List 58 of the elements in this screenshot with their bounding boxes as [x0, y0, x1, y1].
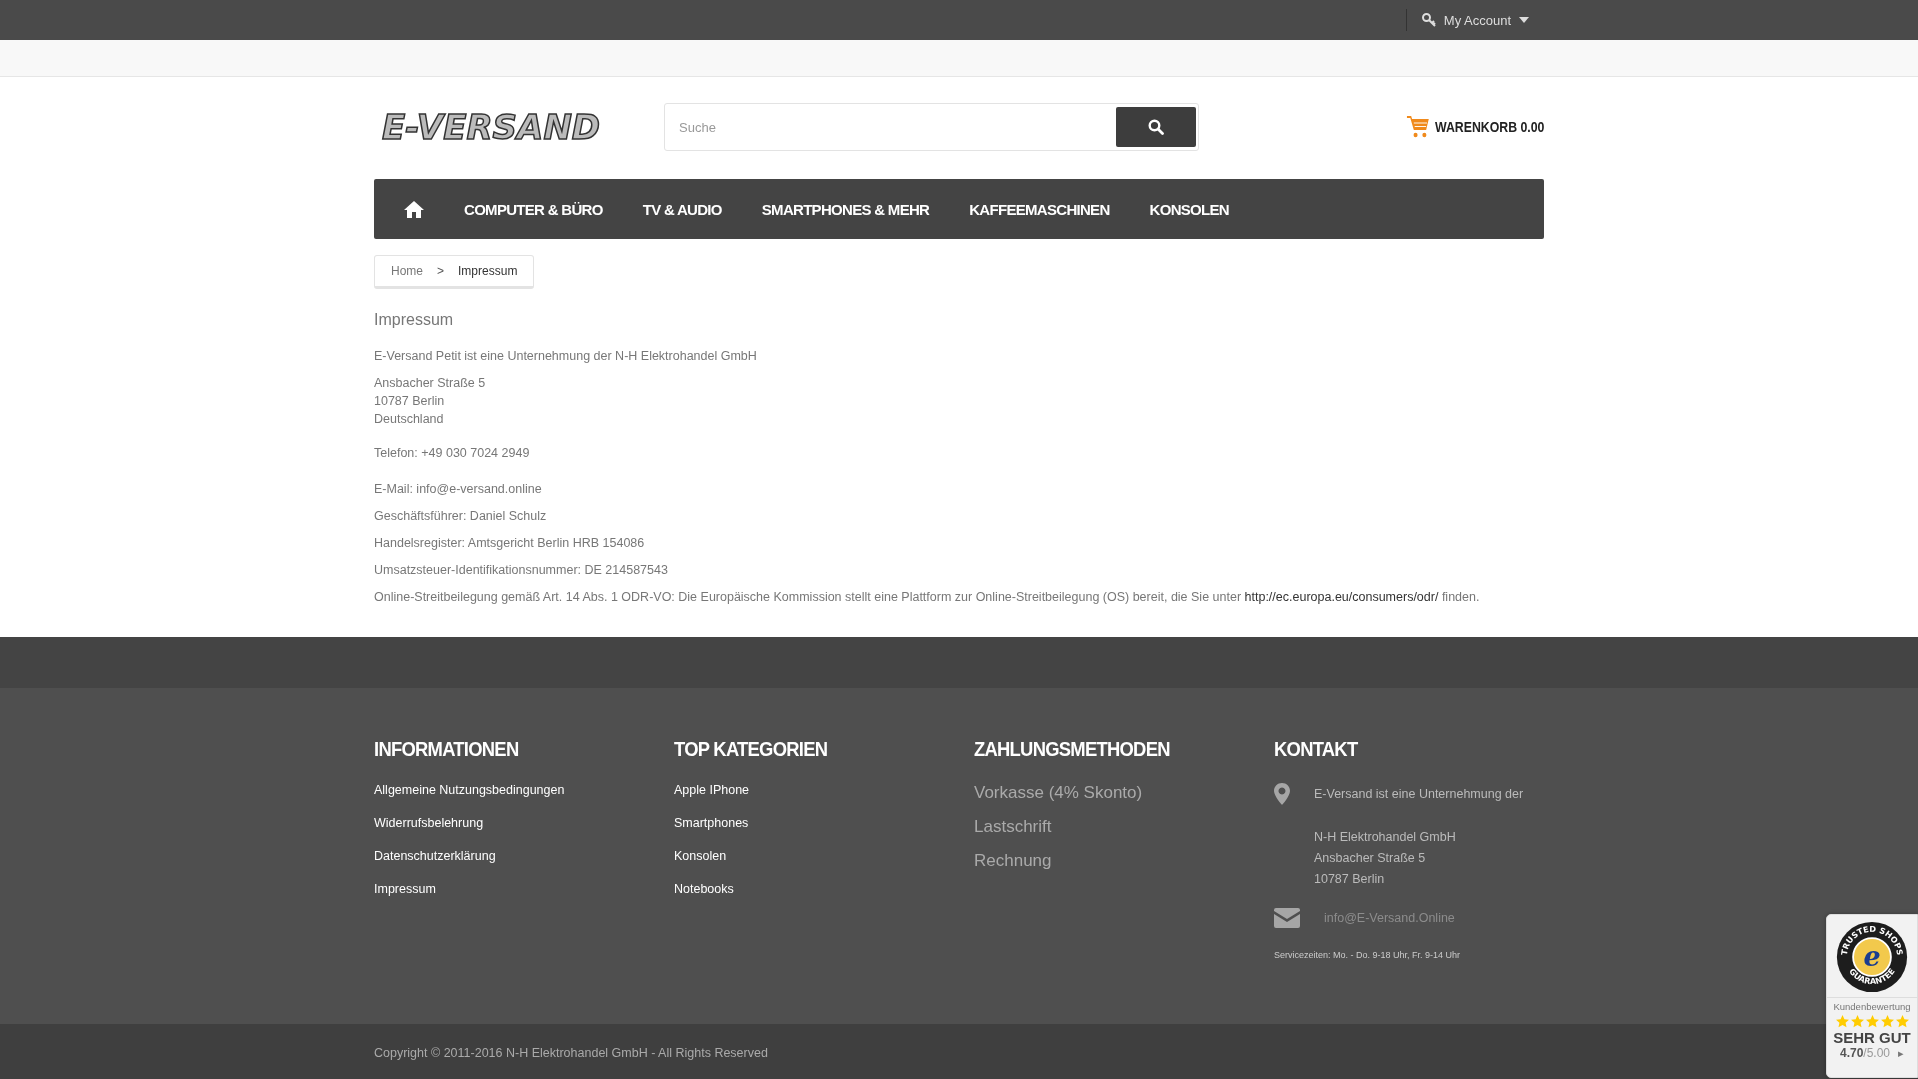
breadcrumb-item: Impressum	[458, 264, 518, 278]
footer-link[interactable]: Allgemeine Nutzungsbedingungen	[374, 783, 674, 797]
home-icon	[404, 200, 424, 218]
footer-heading: KONTAKT	[1274, 738, 1359, 761]
caret-icon	[1519, 17, 1529, 23]
link[interactable]: http://ec.europa.eu/consumers/odr/	[1244, 590, 1439, 604]
search-bar[interactable]: Suche	[664, 103, 1199, 151]
page-title: Impressum	[374, 311, 455, 329]
nav-link[interactable]: KONSOLEN	[1129, 200, 1249, 218]
footer-heading: TOP KATEGORIEN	[674, 738, 829, 761]
nav-link[interactable]: COMPUTER & BÜRO	[444, 200, 623, 218]
breadcrumb-separator: >	[437, 264, 445, 278]
rating-verdict: SEHR GUT	[1833, 1029, 1911, 1046]
cart-link[interactable]: WARENKORB 0.00	[1406, 115, 1544, 139]
footer-link[interactable]: Smartphones	[674, 816, 974, 830]
nav-link[interactable]: SMARTPHONES & MEHR	[741, 200, 950, 218]
paragraph: E-Versand Petit ist eine Unternehmung der N-H Elektrohandel GmbH	[374, 348, 758, 365]
service-hours: Servicezeiten: Mo. - Do. 9-18 Uhr, Fr. 9-14 Uhr	[1274, 950, 1462, 960]
footer-link[interactable]: Datenschutzerklärung	[374, 849, 674, 863]
breadcrumb-item[interactable]: Home	[391, 264, 423, 278]
paragraph: Ansbacher Straße 5 10787 Berlin Deutschland	[374, 375, 487, 428]
star-icon	[1850, 1015, 1864, 1028]
nav-link[interactable]: KAFFEEMASCHINEN	[949, 200, 1130, 218]
star-icon	[1865, 1015, 1879, 1028]
star-icon	[1895, 1015, 1909, 1028]
paragraph: Geschäftsführer: Daniel Schulz	[374, 508, 548, 525]
payment-method: Rechnung	[974, 851, 1053, 871]
copyright: Copyright © 2011-2016 N-H Elektrohandel GmbH - All Rights Reserved	[374, 1045, 768, 1060]
search-field[interactable]: Suche	[665, 119, 1116, 135]
account-menu[interactable]: My Account	[1405, 9, 1544, 31]
cart-icon	[1406, 115, 1430, 139]
paragraph: E-Mail: info@e-versand.online	[374, 481, 543, 498]
footer-link[interactable]: Apple IPhone	[674, 783, 974, 797]
footer-link[interactable]: Widerrufsbelehrung	[374, 816, 674, 830]
envelope-icon	[1274, 908, 1300, 928]
search-button[interactable]	[1116, 107, 1196, 147]
rating-score: 4.70/5.00	[1839, 1046, 1891, 1060]
map-pin-icon	[1274, 783, 1290, 805]
footer-link[interactable]: Konsolen	[674, 849, 974, 863]
contact-text: E-Versand ist eine Unternehmung der	[1314, 787, 1524, 801]
star-icon	[1880, 1015, 1894, 1028]
contact-address: N-H Elektrohandel GmbH Ansbacher Straße 5 10787 Berlin	[1313, 829, 1457, 888]
arrow-icon: ▸	[1898, 1046, 1905, 1060]
rating-label: Kundenbewertung	[1833, 1001, 1911, 1012]
paragraph: Online-Streitbeilegung gemäß Art. 14 Abs. 1 ODR-VO: Die Europäische Kommission stellt eine Plattform zur Online-Streitbeilegung (OS) bereit, die Sie unter http://ec.europa.eu/consumers/odr/ finden.	[374, 589, 1481, 606]
star-icon	[1835, 1015, 1849, 1028]
footer-heading: INFORMATIONEN	[374, 738, 520, 761]
footer-link[interactable]: Notebooks	[674, 882, 974, 896]
paragraph: Handelsregister: Amtsgericht Berlin HRB 154086	[374, 535, 646, 552]
key-icon	[1421, 13, 1436, 27]
search-icon	[1148, 119, 1164, 135]
payment-method: Lastschrift	[974, 817, 1053, 837]
footer-link[interactable]: Impressum	[374, 882, 674, 896]
paragraph: Umsatzsteuer-Identifikationsnummer: DE 214587543	[374, 562, 669, 579]
nav-link[interactable]: TV & AUDIO	[622, 200, 742, 218]
footer-heading: ZAHLUNGSMETHODEN	[974, 738, 1171, 761]
payment-method: Vorkasse (4% Skonto)	[974, 783, 1144, 803]
paragraph: Telefon: +49 030 7024 2949	[374, 445, 531, 462]
